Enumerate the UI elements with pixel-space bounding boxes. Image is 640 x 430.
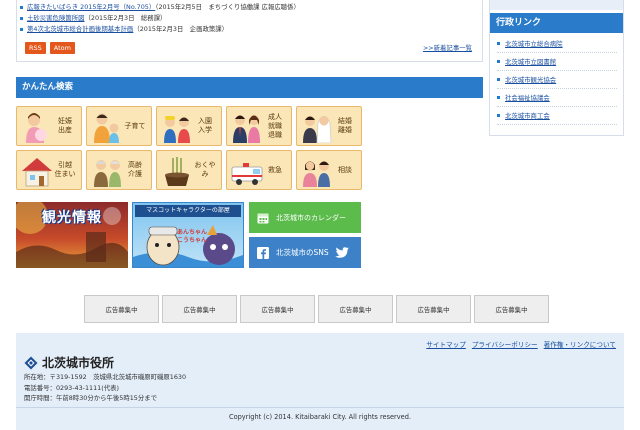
house-icon bbox=[22, 158, 52, 187]
admin-link-item: 北茨城市観光協会 bbox=[497, 71, 617, 89]
admin-link-item: 北茨城市商工会 bbox=[497, 107, 617, 125]
footer-link-sitemap[interactable]: サイトマップ bbox=[426, 339, 466, 349]
news-list: 広報きたいばらき 2015年2月号（No.705）（2015年2月5日 まちづく… bbox=[17, 0, 482, 35]
news-item: 第4次北茨城市総合計画後期基本計画（2015年2月3日 企画政策課） bbox=[20, 24, 482, 35]
footer-links: サイトマップ プライバシーポリシー 著作権・リンクについて bbox=[426, 339, 616, 349]
city-hall-name: 北茨城市役所 bbox=[24, 354, 114, 371]
search-tile-moving[interactable]: 引越 住まい bbox=[16, 150, 82, 190]
atom-button[interactable]: Atom bbox=[49, 42, 75, 54]
admin-link-item: 北茨城市立総合病院 bbox=[497, 35, 617, 53]
footer-link-copyright[interactable]: 著作権・リンクについて bbox=[544, 339, 616, 349]
news-item: 広報きたいばらき 2015年2月号（No.705）（2015年2月5日 まちづく… bbox=[20, 2, 482, 13]
footer-contact-info: 所在地：〒319-1592 茨城県北茨城市磯原町磯原1630 電話番号：0293… bbox=[24, 372, 186, 404]
ambulance-icon bbox=[231, 163, 263, 185]
ad-slot[interactable]: 広告募集中 bbox=[240, 295, 315, 323]
footer-link-privacy[interactable]: プライバシーポリシー bbox=[472, 339, 538, 349]
consultation-icon bbox=[303, 161, 330, 187]
facebook-icon bbox=[257, 246, 269, 259]
calendar-icon bbox=[257, 213, 269, 223]
search-tile-pregnancy[interactable]: 妊娠 出産 bbox=[16, 106, 82, 146]
ad-slot[interactable]: 広告募集中 bbox=[84, 295, 159, 323]
marriage-icon bbox=[303, 116, 332, 143]
search-tile-condolence[interactable]: おくやみ bbox=[156, 150, 222, 190]
search-tile-label: 成人 就職 退職 bbox=[268, 112, 282, 139]
copyright-text: Copyright (c) 2014. Kitaibaraki City. Al… bbox=[228, 413, 412, 421]
admin-link-item: 社会福祉協議会 bbox=[497, 89, 617, 107]
search-tile-label: 子育て bbox=[124, 121, 146, 130]
tourism-banner-text: 観光情報 bbox=[42, 210, 102, 226]
easy-search-grid: 妊娠 出産 子育て 入園 入学 成人 就職 退職 結婚 離婚 引越 住まい 高齢… bbox=[16, 106, 366, 190]
admin-link-commerce[interactable]: 北茨城市商工会 bbox=[505, 112, 550, 120]
elderly-care-icon bbox=[94, 160, 121, 187]
calendar-button[interactable]: 北茨城市のカレンダー bbox=[249, 202, 361, 233]
rss-button[interactable]: RSS bbox=[25, 42, 46, 54]
search-tile-elderly-care[interactable]: 高齢 介護 bbox=[86, 150, 152, 190]
mascot-banner[interactable]: マスコットキャラクターの部屋 あんちゃん こうちゃん bbox=[132, 202, 244, 268]
search-tile-emergency[interactable]: 救急 bbox=[226, 150, 292, 190]
search-tile-label: 引越 住まい bbox=[54, 161, 76, 178]
search-tile-label: 結婚 離婚 bbox=[338, 117, 352, 134]
pregnancy-icon bbox=[26, 113, 47, 143]
twitter-bird-icon bbox=[334, 246, 349, 258]
school-entry-icon bbox=[164, 116, 190, 143]
footer-address: 所在地：〒319-1592 茨城県北茨城市磯原町磯原1630 bbox=[24, 373, 187, 381]
news-link[interactable]: 広報きたいばらき 2015年2月号（No.705） bbox=[27, 3, 155, 11]
news-item: 土砂災害危険箇所図（2015年2月3日 総務課） bbox=[20, 13, 482, 24]
footer-phone: 電話番号：0293-43-1111(代表) bbox=[24, 383, 119, 392]
city-emblem-icon bbox=[24, 356, 38, 369]
admin-links-box: 行政リンク 北茨城市立総合病院 北茨城市立図書館 北茨城市観光協会 社会福祉協議… bbox=[489, 0, 624, 136]
news-meta: （2015年2月3日 総務課） bbox=[84, 14, 167, 22]
calendar-button-label: 北茨城市のカレンダー bbox=[276, 213, 346, 222]
admin-link-library[interactable]: 北茨城市立図書館 bbox=[505, 58, 556, 66]
ad-slots: 広告募集中 広告募集中 広告募集中 広告募集中 広告募集中 広告募集中 bbox=[84, 295, 549, 323]
feed-buttons: RSS Atom bbox=[25, 42, 75, 54]
condolence-icon bbox=[165, 157, 189, 186]
sidebar-top-strip bbox=[490, 0, 623, 10]
admin-link-welfare[interactable]: 社会福祉協議会 bbox=[505, 94, 550, 102]
news-more-link[interactable]: >>新着記事一覧 bbox=[423, 43, 472, 52]
admin-links-title: 行政リンク bbox=[490, 13, 623, 33]
search-tile-consultation[interactable]: 相談 bbox=[296, 150, 362, 190]
search-tile-label: おくやみ bbox=[194, 161, 216, 178]
admin-link-item: 北茨城市立図書館 bbox=[497, 53, 617, 71]
sns-button-label: 北茨城市のSNS bbox=[276, 248, 329, 257]
employment-icon bbox=[233, 115, 260, 143]
ad-slot[interactable]: 広告募集中 bbox=[474, 295, 549, 323]
ad-slot[interactable]: 広告募集中 bbox=[396, 295, 471, 323]
city-hall-name-text: 北茨城市役所 bbox=[42, 356, 115, 370]
easy-search-title: かんたん検索 bbox=[16, 77, 483, 98]
news-meta: （2015年2月5日 まちづくり協働課 広報広聴係） bbox=[155, 3, 300, 11]
admin-links-list: 北茨城市立総合病院 北茨城市立図書館 北茨城市観光協会 社会福祉協議会 北茨城市… bbox=[490, 33, 623, 125]
news-link[interactable]: 土砂災害危険箇所図 bbox=[27, 14, 85, 22]
search-tile-employment[interactable]: 成人 就職 退職 bbox=[226, 106, 292, 146]
sns-button[interactable]: 北茨城市のSNS bbox=[249, 237, 361, 268]
tourism-banner[interactable]: 観光情報 bbox=[16, 202, 128, 268]
ad-slot[interactable]: 広告募集中 bbox=[162, 295, 237, 323]
footer-hours: 開庁時間：午前8時30分から午後5時15分まで bbox=[24, 394, 158, 402]
search-tile-label: 救急 bbox=[268, 165, 282, 174]
search-tile-childcare[interactable]: 子育て bbox=[86, 106, 152, 146]
ad-slot[interactable]: 広告募集中 bbox=[318, 295, 393, 323]
admin-link-hospital[interactable]: 北茨城市立総合病院 bbox=[505, 40, 563, 48]
admin-link-tourism[interactable]: 北茨城市観光協会 bbox=[505, 76, 556, 84]
news-link[interactable]: 第4次北茨城市総合計画後期基本計画 bbox=[27, 25, 133, 33]
search-tile-label: 妊娠 出産 bbox=[58, 117, 72, 134]
search-tile-label: 入園 入学 bbox=[198, 117, 212, 134]
search-tile-label: 高齢 介護 bbox=[128, 161, 142, 178]
mascot-names: あんちゃん こうちゃん bbox=[177, 229, 213, 244]
search-tile-school-entry[interactable]: 入園 入学 bbox=[156, 106, 222, 146]
news-meta: （2015年2月3日 企画政策課） bbox=[133, 25, 229, 33]
footer-divider bbox=[16, 407, 624, 408]
childcare-icon bbox=[94, 113, 119, 143]
footer: サイトマップ プライバシーポリシー 著作権・リンクについて 北茨城市役所 所在地… bbox=[16, 333, 624, 430]
news-box: 広報きたいばらき 2015年2月号（No.705）（2015年2月5日 まちづく… bbox=[16, 0, 483, 62]
search-tile-label: 相談 bbox=[338, 165, 352, 174]
search-tile-marriage[interactable]: 結婚 離婚 bbox=[296, 106, 362, 146]
mascot-banner-title: マスコットキャラクターの部屋 bbox=[135, 205, 241, 217]
